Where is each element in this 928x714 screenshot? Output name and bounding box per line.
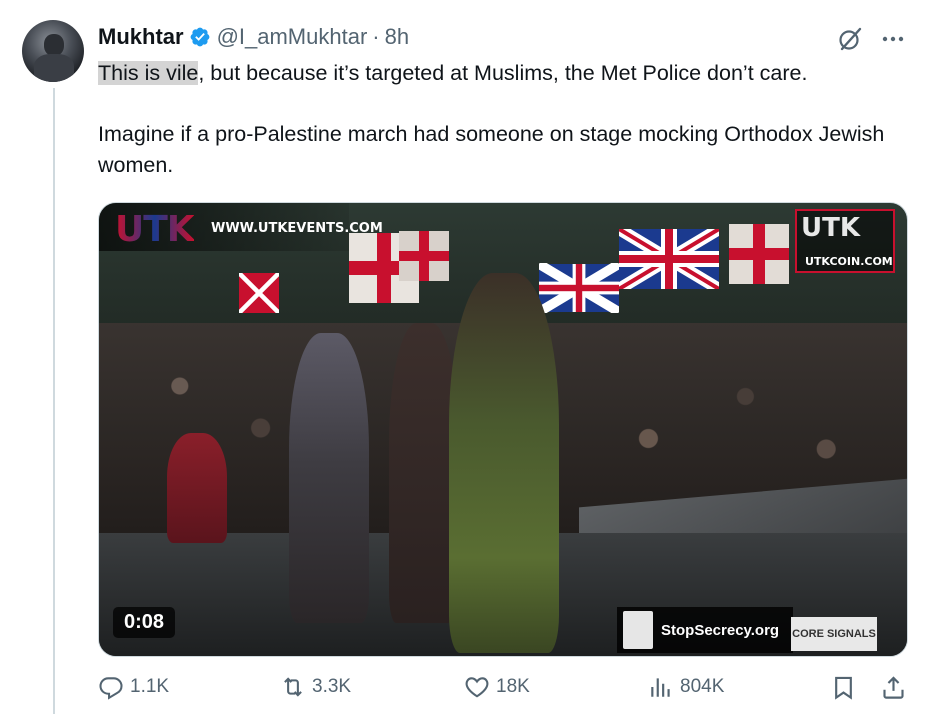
timestamp[interactable]: 8h xyxy=(385,24,409,50)
reply-button[interactable]: 1.1K xyxy=(98,674,169,700)
reply-icon xyxy=(99,677,123,700)
utkcoin-logo-text: UTK xyxy=(801,213,860,243)
author-handle[interactable]: @I_amMukhtar xyxy=(217,24,368,50)
tweet-paragraph-2: Imagine if a pro-Palestine march had som… xyxy=(98,122,885,177)
views-button[interactable]: 804K xyxy=(648,674,724,700)
flag-image xyxy=(729,224,789,284)
stopsecrecy-label: StopSecrecy.org xyxy=(661,621,780,639)
like-icon xyxy=(465,677,489,698)
flag-image xyxy=(399,231,449,281)
bookmark-button[interactable] xyxy=(830,674,857,706)
tweet-header: Mukhtar @I_amMukhtar · 8h xyxy=(98,22,409,52)
repost-icon xyxy=(284,677,302,697)
utkcoin-url: UTKCOIN.COM xyxy=(805,255,893,268)
tweet-text-rest: , but because it’s targeted at Muslims, … xyxy=(198,61,808,85)
ballot-box-icon xyxy=(623,611,653,649)
tweet-text: This is vile, but because it’s targeted … xyxy=(98,58,908,181)
grok-icon[interactable] xyxy=(836,25,864,53)
tweet-paragraph-1: This is vile, but because it’s targeted … xyxy=(98,58,908,89)
thread-line xyxy=(53,88,55,714)
reply-count: 1.1K xyxy=(130,676,170,697)
stopsecrecy-badge: StopSecrecy.org xyxy=(617,607,793,653)
video-player[interactable]: UTK WWW.UTKEVENTS.COM UTK UTKCOIN.COM 0:… xyxy=(98,202,908,657)
person-figure xyxy=(449,273,559,653)
utk-logo: UTK xyxy=(115,209,195,250)
more-icon[interactable] xyxy=(878,24,908,54)
flag-image xyxy=(239,273,279,313)
repost-count: 3.3K xyxy=(312,676,352,697)
person-figure xyxy=(289,333,369,623)
views-count: 804K xyxy=(680,676,725,697)
utkcoin-logo: UTK UTKCOIN.COM xyxy=(795,209,895,273)
verified-badge-icon[interactable] xyxy=(189,26,211,48)
video-duration: 0:08 xyxy=(113,607,176,638)
avatar[interactable] xyxy=(22,20,84,82)
flag-image xyxy=(619,229,719,289)
author-name[interactable]: Mukhtar xyxy=(98,24,184,50)
share-icon xyxy=(883,676,904,699)
separator: · xyxy=(372,24,380,49)
core-signals-logo: CORE SIGNALS xyxy=(791,617,877,651)
bookmark-icon xyxy=(835,676,852,700)
like-count: 18K xyxy=(496,676,530,697)
views-icon xyxy=(651,678,670,697)
person-figure xyxy=(167,433,227,543)
utk-url: WWW.UTKEVENTS.COM xyxy=(211,221,383,236)
selected-text: This is vile xyxy=(98,61,199,85)
flag-image xyxy=(539,263,619,313)
like-button[interactable]: 18K xyxy=(464,674,530,700)
share-button[interactable] xyxy=(880,674,907,706)
repost-button[interactable]: 3.3K xyxy=(280,674,351,700)
action-bar: 1.1K 3.3K 18K 804K xyxy=(98,674,910,708)
